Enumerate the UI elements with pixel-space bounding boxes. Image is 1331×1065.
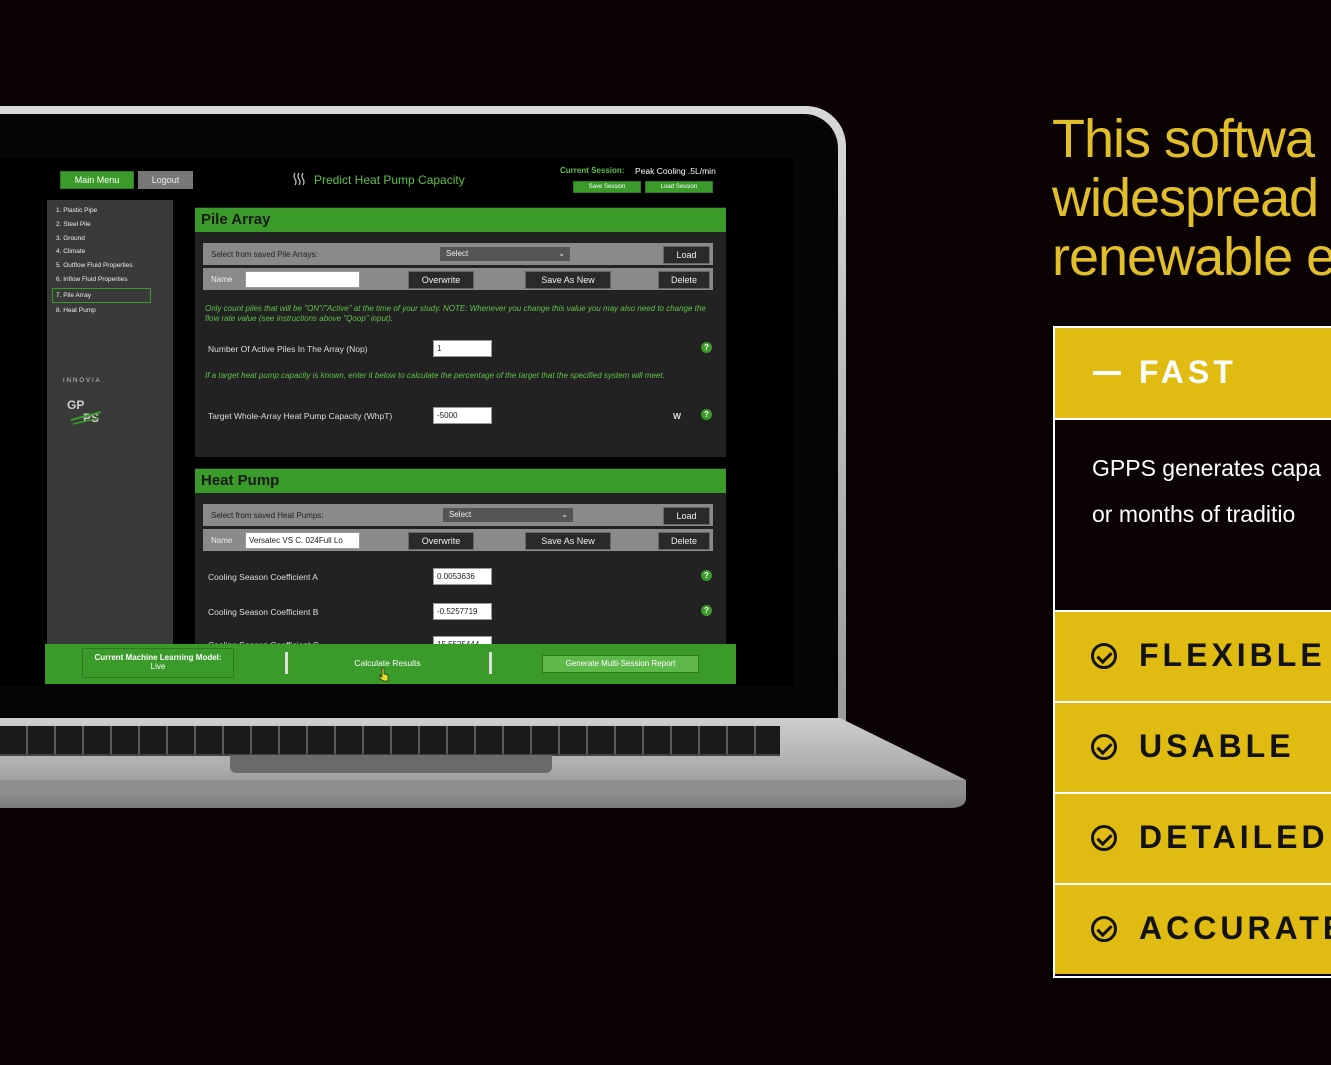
sidebar-item-inflow-fluid[interactable]: 6. Inflow Fluid Properties xyxy=(56,276,128,283)
check-circle-icon xyxy=(1091,643,1117,669)
sidebar-item-heat-pump[interactable]: 8. Heat Pump xyxy=(56,307,96,314)
help-icon[interactable]: ? xyxy=(701,605,712,616)
heat-pump-heading: Heat Pump xyxy=(195,469,726,493)
sidebar: 1. Plastic Pipe 2. Steel Pile 3. Ground … xyxy=(47,200,173,645)
pile-array-overwrite-button[interactable]: Overwrite xyxy=(408,271,474,289)
pile-array-note: Only count piles that will be "ON"/"Acti… xyxy=(205,304,706,323)
pile-array-name-input[interactable] xyxy=(245,271,360,288)
target-capacity-note: If a target heat pump capacity is known,… xyxy=(205,371,665,380)
sidebar-item-climate[interactable]: 4. Climate xyxy=(56,248,85,255)
nop-label: Number Of Active Piles In The Array (Nop… xyxy=(208,344,368,354)
headline-line: This softwa xyxy=(1052,109,1315,169)
heat-pump-panel: Heat Pump Select from saved Heat Pumps: … xyxy=(195,468,726,653)
accordion-item-flexible[interactable]: FLEXIBLE xyxy=(1055,612,1331,703)
logo-brand: INNOVIA xyxy=(63,378,102,384)
check-circle-icon xyxy=(1091,916,1117,942)
pile-array-delete-button[interactable]: Delete xyxy=(658,271,710,289)
sidebar-item-outflow-fluid[interactable]: 5. Outflow Fluid Properties xyxy=(56,262,133,269)
pile-array-select-row: Select from saved Pile Arrays: Select ⌄ … xyxy=(203,243,713,265)
keyboard xyxy=(0,726,780,756)
whpt-unit: W xyxy=(673,411,682,421)
heat-waves-icon xyxy=(292,172,306,186)
ml-model-value: Live xyxy=(150,662,166,671)
session-name: Peak Cooling .5L/min xyxy=(635,166,716,176)
pile-array-select-value: Select xyxy=(446,249,469,258)
whpt-label: Target Whole-Array Heat Pump Capacity (W… xyxy=(208,411,393,421)
fast-body-line: GPPS generates capa xyxy=(1092,455,1321,481)
coef-b-input[interactable]: -0.5257719 xyxy=(433,603,492,620)
accordion-body-fast: GPPS generates capa or months of traditi… xyxy=(1055,420,1331,612)
features-accordion: FAST GPPS generates capa or months of tr… xyxy=(1053,326,1331,978)
session-label: Current Session: xyxy=(560,166,625,175)
sidebar-item-plastic-pipe[interactable]: 1. Plastic Pipe xyxy=(56,207,97,214)
accordion-item-accurate[interactable]: ACCURATE xyxy=(1055,885,1331,974)
accordion-item-detailed[interactable]: DETAILED xyxy=(1055,794,1331,885)
app-screen: Main Menu Logout Predict Heat Pump Capac… xyxy=(0,158,794,686)
accordion-item-fast[interactable]: FAST xyxy=(1055,328,1331,420)
headline-line: renewable e xyxy=(1052,227,1331,287)
pile-array-select[interactable]: Select ⌄ xyxy=(440,247,570,261)
divider xyxy=(489,652,492,674)
ml-model-label: Current Machine Learning Model: xyxy=(94,653,222,662)
heat-pump-select-label: Select from saved Heat Pumps: xyxy=(211,511,324,520)
accordion-title: DETAILED xyxy=(1139,819,1329,855)
cursor-icon xyxy=(379,667,389,682)
heat-pump-load-button[interactable]: Load xyxy=(663,507,710,525)
heat-pump-name-row: Name Versatec VS C. 024Full Lo Overwrite… xyxy=(203,529,713,551)
chevron-down-icon: ⌄ xyxy=(561,510,568,519)
chevron-down-icon: ⌄ xyxy=(558,249,565,258)
minus-icon xyxy=(1093,371,1121,375)
heat-pump-delete-button[interactable]: Delete xyxy=(658,532,710,550)
pile-array-load-button[interactable]: Load xyxy=(663,246,710,264)
accordion-item-usable[interactable]: USABLE xyxy=(1055,703,1331,794)
accordion-title: FLEXIBLE xyxy=(1139,637,1326,673)
pile-array-name-row: Name Overwrite Save As New Delete xyxy=(203,268,713,290)
divider xyxy=(285,652,288,674)
accordion-title-fast: FAST xyxy=(1139,354,1237,390)
help-icon[interactable]: ? xyxy=(701,342,712,353)
sidebar-item-steel-pile[interactable]: 2. Steel Pile xyxy=(56,221,91,228)
accordion-title: USABLE xyxy=(1139,728,1295,764)
headline-line: widespread xyxy=(1052,168,1319,228)
touchpad xyxy=(230,755,552,773)
generate-report-button[interactable]: Generate Multi-Session Report xyxy=(542,655,699,673)
pile-array-select-label: Select from saved Pile Arrays: xyxy=(211,250,318,259)
help-icon[interactable]: ? xyxy=(701,409,712,420)
coef-a-label: Cooling Season Coefficient A xyxy=(208,572,318,582)
main-menu-button[interactable]: Main Menu xyxy=(60,171,134,189)
check-circle-icon xyxy=(1091,825,1117,851)
coef-a-input[interactable]: 0.0053636 xyxy=(433,568,492,585)
page-title: Predict Heat Pump Capacity xyxy=(314,173,465,187)
bottom-bar: Current Machine Learning Model: Live Cal… xyxy=(45,644,736,684)
heat-pump-name-input[interactable]: Versatec VS C. 024Full Lo xyxy=(245,532,360,549)
heat-pump-name-label: Name xyxy=(211,536,233,545)
heat-pump-select-value: Select xyxy=(449,510,472,519)
load-session-button[interactable]: Load Session xyxy=(645,181,713,193)
heat-pump-select-row: Select from saved Heat Pumps: Select ⌄ L… xyxy=(203,504,713,526)
heat-pump-save-as-new-button[interactable]: Save As New xyxy=(525,532,611,550)
sidebar-item-pile-array[interactable]: 7. Pile Array xyxy=(52,288,151,303)
pile-array-heading: Pile Array xyxy=(195,208,726,232)
accordion-title: ACCURATE xyxy=(1139,910,1331,946)
nop-input[interactable]: 1 xyxy=(433,340,492,357)
headline: This softwa widespread renewable e xyxy=(1052,110,1331,287)
heat-pump-overwrite-button[interactable]: Overwrite xyxy=(408,532,474,550)
whpt-input[interactable]: -5000 xyxy=(433,407,492,424)
pile-array-save-as-new-button[interactable]: Save As New xyxy=(525,271,611,289)
logout-button[interactable]: Logout xyxy=(138,171,193,189)
ml-model-box: Current Machine Learning Model: Live xyxy=(82,648,234,678)
save-session-button[interactable]: Save Session xyxy=(573,181,641,193)
pile-array-panel: Pile Array Select from saved Pile Arrays… xyxy=(195,207,726,457)
sidebar-item-ground[interactable]: 3. Ground xyxy=(56,235,85,242)
fast-body-line: or months of traditio xyxy=(1092,501,1296,527)
help-icon[interactable]: ? xyxy=(701,570,712,581)
coef-b-label: Cooling Season Coefficient B xyxy=(208,607,319,617)
gpps-logo: GP PS xyxy=(67,398,107,430)
check-circle-icon xyxy=(1091,734,1117,760)
heat-pump-select[interactable]: Select ⌄ xyxy=(443,508,573,522)
pile-array-name-label: Name xyxy=(211,275,233,284)
